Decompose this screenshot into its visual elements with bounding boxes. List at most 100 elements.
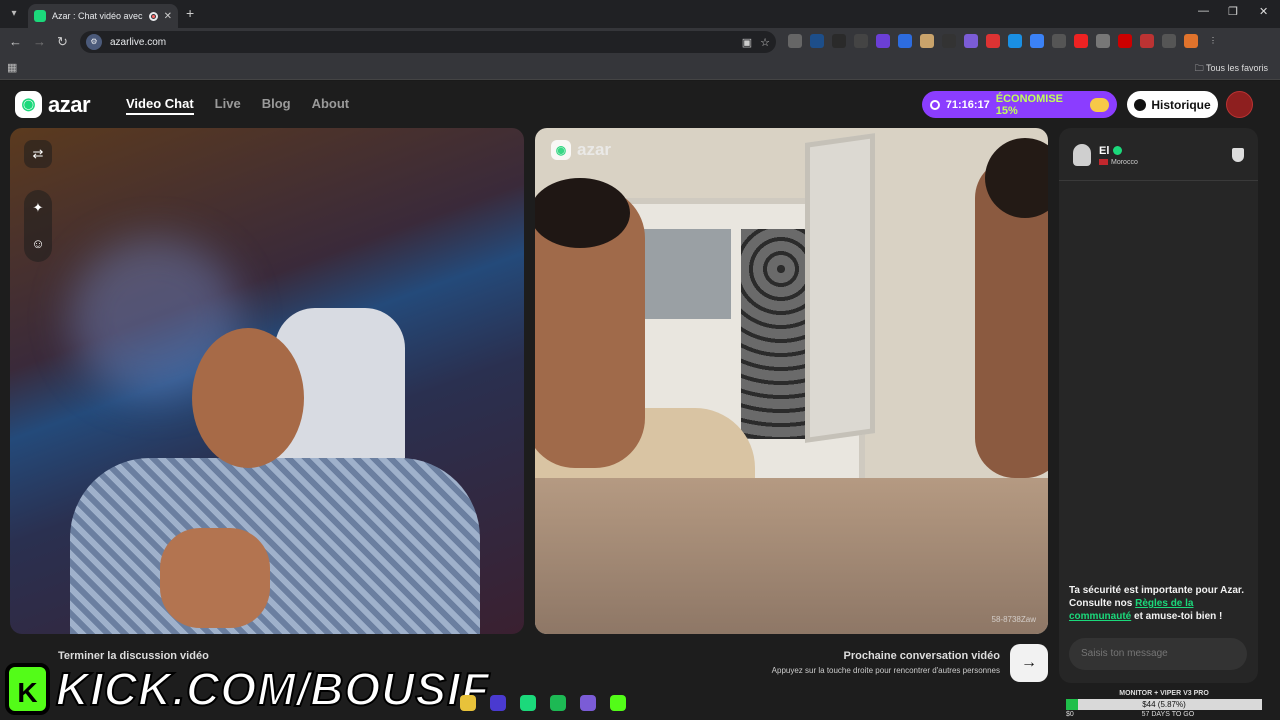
promo-banner[interactable]: 71:16:17 ÉCONOMISE 15% <box>922 91 1117 118</box>
azar-page: ◉ azar Video Chat Live Blog About 71:16:… <box>0 81 1280 720</box>
tab-search-icon[interactable]: ▾ <box>6 6 22 22</box>
spotify-icon[interactable] <box>550 695 566 711</box>
kick-url: KICK.COM/BOUSIF <box>55 662 490 716</box>
extension-icon[interactable] <box>1030 34 1044 48</box>
app-icon[interactable] <box>490 695 506 711</box>
bookmarks-bar: ▦ 🗀 Tous les favoris <box>0 56 1280 80</box>
nav-blog[interactable]: Blog <box>262 96 291 115</box>
nav-video-chat[interactable]: Video Chat <box>126 96 194 115</box>
verified-icon <box>1113 146 1123 155</box>
azar-watermark-icon: ◉ <box>551 140 571 160</box>
minimize-icon[interactable]: — <box>1198 5 1209 17</box>
extension-icon[interactable] <box>1008 34 1022 48</box>
table-surface <box>535 478 1048 634</box>
local-person-hand <box>160 528 270 628</box>
reload-icon[interactable]: ↻ <box>57 34 68 50</box>
taskbar-icons <box>460 695 626 711</box>
cabinet-glass <box>631 229 731 319</box>
cabinet-door <box>805 133 875 443</box>
extension-icon[interactable] <box>1052 34 1066 48</box>
watermark-text: azar <box>577 140 612 159</box>
remote-video: ◉ azar 58-8738Zaw <box>535 128 1048 634</box>
divider <box>1059 180 1258 181</box>
profile-icon[interactable] <box>1184 34 1198 48</box>
extension-icon[interactable] <box>788 34 802 48</box>
azar-logo[interactable]: ◉ azar <box>15 91 91 118</box>
switch-layout-icon[interactable]: ⇄ <box>24 140 52 168</box>
user-avatar[interactable] <box>1226 91 1253 118</box>
main-nav: Video Chat Live Blog About <box>126 96 349 115</box>
next-arrow-button[interactable]: → <box>1010 644 1048 682</box>
promo-text: ÉCONOMISE 15% <box>995 92 1064 117</box>
peer-country: Morocco <box>1111 158 1138 166</box>
nav-about[interactable]: About <box>312 96 350 115</box>
extension-icon[interactable] <box>876 34 890 48</box>
toolbar: ← → ↻ ⚙ azarlive.com ▣ ☆ ⋮ <box>0 28 1280 56</box>
kick-logo-icon: K <box>5 662 50 715</box>
next-conversation: Prochaine conversation vidéo Appuyez sur… <box>772 650 1000 675</box>
next-subtitle: Appuyez sur la touche droite pour rencon… <box>771 666 1000 675</box>
face-filter-icon[interactable]: ☺ <box>24 230 52 258</box>
extension-icon[interactable] <box>832 34 846 48</box>
back-icon[interactable]: ← <box>9 34 22 49</box>
nav-live[interactable]: Live <box>215 96 241 115</box>
recording-icon <box>148 11 158 21</box>
history-label: Historique <box>1151 97 1211 112</box>
extensions-bar: ⋮ <box>788 34 1220 48</box>
extension-icon[interactable] <box>810 34 824 48</box>
morocco-flag-icon <box>1099 159 1108 165</box>
extension-icon[interactable] <box>920 34 934 48</box>
close-tab-icon[interactable]: ✕ <box>164 11 172 22</box>
kick-overlay: K KICK.COM/BOUSIF <box>0 657 490 720</box>
app-icon[interactable] <box>580 695 596 711</box>
peer-info[interactable]: El Morocco <box>1073 144 1138 166</box>
restore-icon[interactable]: ❐ <box>1228 5 1238 18</box>
sparkle-effects-icon[interactable]: ✦ <box>24 194 52 222</box>
extension-icon[interactable] <box>1140 34 1154 48</box>
report-shield-icon[interactable] <box>1232 148 1244 162</box>
extension-icon[interactable] <box>942 34 956 48</box>
goal-label: MONITOR + VIPER V3 PRO <box>1119 690 1209 697</box>
goal-start: $0 <box>1066 711 1074 718</box>
url-text: azarlive.com <box>110 36 167 48</box>
azar-logo-icon: ◉ <box>15 91 42 118</box>
clock-icon <box>930 99 940 110</box>
history-button[interactable]: Historique <box>1127 91 1218 118</box>
next-title: Prochaine conversation vidéo <box>843 650 1001 662</box>
peer-avatar-icon <box>1073 144 1091 166</box>
all-bookmarks[interactable]: 🗀 Tous les favoris <box>1195 61 1268 77</box>
new-tab-icon[interactable]: + <box>186 5 194 21</box>
promo-timer: 71:16:17 <box>945 98 990 111</box>
browser-tab-strip: ▾ Azar : Chat vidéo avec de n ✕ + — ❐ ✕ <box>0 0 1280 28</box>
extension-icon[interactable] <box>854 34 868 48</box>
effects-group: ✦ ☺ <box>24 190 52 262</box>
address-bar[interactable]: ⚙ azarlive.com ▣ ☆ <box>80 31 776 53</box>
extension-icon[interactable] <box>1118 34 1132 48</box>
goal-days: 57 DAYS TO GO <box>1141 711 1195 718</box>
safety-text-end: et amuse-toi bien ! <box>1131 611 1223 622</box>
apps-grid-icon[interactable]: ▦ <box>7 61 17 74</box>
message-input[interactable] <box>1069 638 1247 670</box>
goal-value: $44 (5.87%) <box>1142 700 1186 709</box>
kick-taskbar-icon[interactable] <box>610 695 626 711</box>
gems-icon <box>1089 97 1109 112</box>
extension-icon[interactable] <box>964 34 978 48</box>
install-app-icon[interactable]: ▣ <box>742 36 752 49</box>
close-window-icon[interactable]: ✕ <box>1259 5 1268 18</box>
extension-icon[interactable] <box>898 34 912 48</box>
local-video: ⇄ ✦ ☺ <box>10 128 524 634</box>
extension-icon[interactable] <box>1074 34 1088 48</box>
bookmark-star-icon[interactable]: ☆ <box>760 36 770 49</box>
local-person-body <box>70 458 480 634</box>
forward-icon[interactable]: → <box>33 34 46 49</box>
extension-icon[interactable] <box>986 34 1000 48</box>
site-info-icon[interactable]: ⚙ <box>86 34 102 50</box>
browser-tab[interactable]: Azar : Chat vidéo avec de n ✕ <box>28 4 178 28</box>
extensions-puzzle-icon[interactable] <box>1162 34 1176 48</box>
extension-icon[interactable] <box>1096 34 1110 48</box>
azar-taskbar-icon[interactable] <box>520 695 536 711</box>
safety-notice: Ta sécurité est importante pour Azar. Co… <box>1069 584 1251 623</box>
chrome-icon[interactable] <box>460 695 476 711</box>
azar-watermark: ◉ azar <box>551 140 611 160</box>
menu-kebab-icon[interactable]: ⋮ <box>1206 34 1220 48</box>
